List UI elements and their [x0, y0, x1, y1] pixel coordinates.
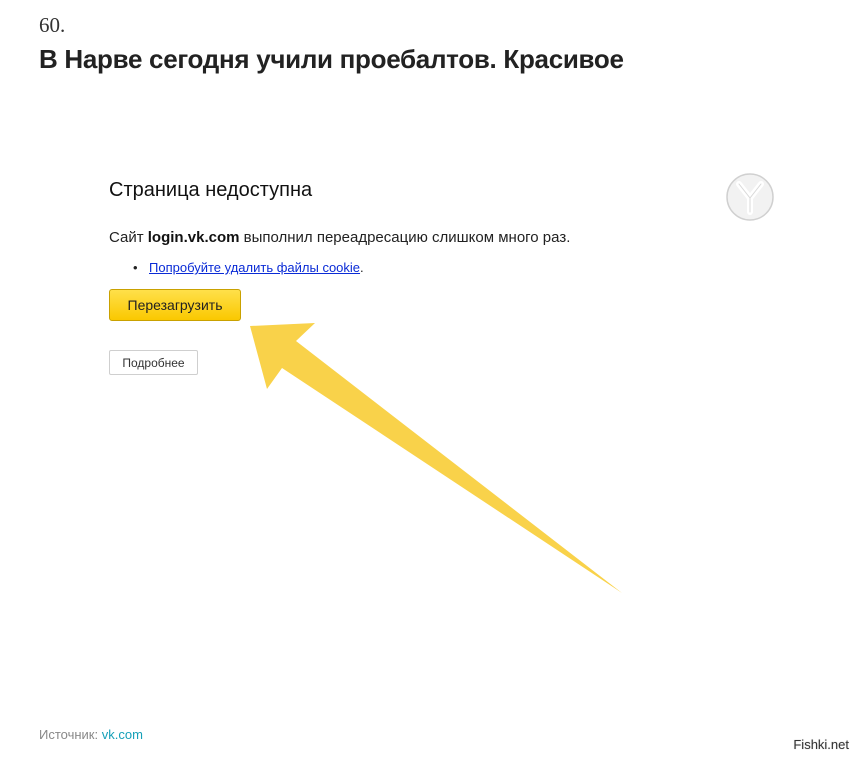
error-message-suffix: выполнил переадресацию слишком много раз…: [243, 229, 571, 246]
source-line: Источник: vk.com: [39, 727, 143, 742]
post-title: В Нарве сегодня учили проебалтов. Красив…: [39, 44, 624, 74]
arrow-shape: [250, 323, 622, 593]
suggestion-item: • Попробуйте удалить файлы cookie.: [133, 260, 364, 275]
delete-cookies-link[interactable]: Попробуйте удалить файлы cookie: [149, 260, 360, 275]
error-domain: login.vk.com: [147, 229, 240, 246]
yellow-arrow-annotation: [250, 323, 622, 593]
yandex-browser-logo-icon: [726, 173, 774, 221]
source-link[interactable]: vk.com: [102, 727, 143, 742]
details-button[interactable]: Подробнее: [109, 350, 198, 375]
source-label: Источник:: [39, 727, 99, 742]
error-message: Сайт login.vk.com выполнил переадресацию…: [109, 229, 570, 246]
bullet-icon: •: [133, 260, 138, 275]
error-message-prefix: Сайт: [109, 229, 144, 246]
error-heading: Страница недоступна: [109, 179, 313, 201]
fishki-watermark: Fishki.net: [793, 737, 849, 752]
reload-button[interactable]: Перезагрузить: [109, 289, 241, 321]
post-number: 60.: [39, 13, 66, 37]
suggestion-period: .: [360, 260, 364, 275]
